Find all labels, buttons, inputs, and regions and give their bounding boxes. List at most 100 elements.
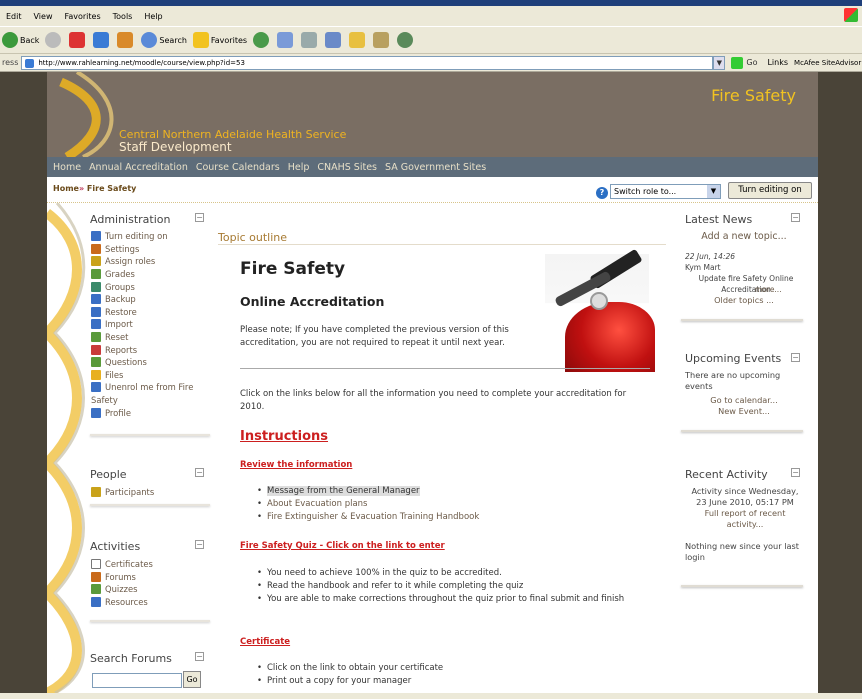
activity-forums[interactable]: Forums	[91, 571, 210, 584]
collapse-icon[interactable]: −	[791, 213, 800, 222]
site-title[interactable]: Fire Safety	[711, 86, 796, 105]
admin-item-restore[interactable]: Restore	[91, 306, 210, 319]
menu-help[interactable]: Help	[144, 12, 162, 21]
collapse-icon[interactable]: −	[195, 540, 204, 549]
search-forums-input[interactable]	[92, 673, 182, 688]
folder-button[interactable]	[349, 32, 367, 48]
administration-block: Administration − Turn editing on Setting…	[90, 211, 210, 441]
admin-item-files[interactable]: Files	[91, 369, 210, 382]
search-forums-go-button[interactable]: Go	[183, 671, 201, 688]
admin-item-assign-roles[interactable]: Assign roles	[91, 255, 210, 268]
collapse-icon[interactable]: −	[791, 468, 800, 477]
history-button[interactable]	[253, 32, 271, 48]
admin-item-import[interactable]: Import	[91, 318, 210, 331]
admin-item-turn-editing[interactable]: Turn editing on	[91, 230, 210, 243]
groups-icon	[91, 281, 101, 292]
help-icon[interactable]: ?	[596, 187, 608, 199]
admin-item-questions[interactable]: Questions	[91, 356, 210, 369]
certificate-link[interactable]: Certificate	[240, 637, 290, 647]
mail-button[interactable]	[277, 32, 295, 48]
forward-button[interactable]	[45, 32, 63, 48]
search-icon	[141, 32, 158, 48]
mcafee-siteadvisor[interactable]: McAfee SiteAdvisor	[794, 59, 861, 67]
people-item-participants[interactable]: Participants	[91, 486, 210, 499]
links-toolbar[interactable]: Links	[767, 58, 788, 67]
stop-icon	[69, 32, 86, 48]
new-event-link[interactable]: New Event...	[685, 406, 803, 417]
fire-safety-quiz-link[interactable]: Fire Safety Quiz - Click on the link to …	[240, 541, 445, 551]
breadcrumb-separator: »	[78, 184, 85, 193]
activity-quizzes[interactable]: Quizzes	[91, 583, 210, 596]
block-divider	[681, 585, 803, 587]
favorites-button[interactable]: Favorites	[192, 32, 247, 48]
admin-item-reports[interactable]: Reports	[91, 343, 210, 356]
messenger-icon	[397, 32, 414, 48]
home-button[interactable]	[117, 32, 135, 48]
grades-icon	[91, 269, 101, 280]
activity-resources[interactable]: Resources	[91, 596, 210, 609]
admin-item-backup[interactable]: Backup	[91, 293, 210, 306]
back-button[interactable]: Back	[2, 32, 39, 48]
review-item-handbook[interactable]: Fire Extinguisher & Evacuation Training …	[257, 511, 479, 524]
edit-icon	[325, 32, 342, 48]
import-icon	[91, 319, 101, 330]
profile-icon	[91, 407, 101, 418]
admin-item-settings[interactable]: Settings	[91, 243, 210, 256]
instructions-intro: Click on the links below for all the inf…	[240, 389, 627, 412]
older-topics-link[interactable]: Older topics ...	[685, 295, 803, 306]
restore-icon	[91, 306, 101, 317]
messenger-button[interactable]	[397, 32, 415, 48]
research-icon	[373, 32, 390, 48]
moodle-page: Fire Safety Central Northern Adelaide He…	[47, 72, 818, 693]
admin-item-grades[interactable]: Grades	[91, 268, 210, 281]
upcoming-events-block: Upcoming Events − There are no upcoming …	[685, 352, 803, 432]
admin-item-unenrol-cont[interactable]: Safety	[91, 394, 210, 407]
switch-role-select[interactable]: Switch role to... ▼	[610, 184, 721, 199]
news-more-link[interactable]: more...	[755, 284, 782, 295]
collapse-icon[interactable]: −	[195, 468, 204, 477]
add-topic-link[interactable]: Add a new topic...	[685, 231, 803, 242]
administration-list: Turn editing on Settings Assign roles Gr…	[91, 230, 210, 419]
admin-item-groups[interactable]: Groups	[91, 280, 210, 293]
url-dropdown-button[interactable]: ▼	[713, 55, 726, 70]
go-to-calendar-link[interactable]: Go to calendar...	[685, 395, 803, 406]
activity-certificates[interactable]: Certificates	[91, 558, 210, 571]
review-information-link[interactable]: Review the information	[240, 460, 352, 470]
menu-view[interactable]: View	[34, 12, 53, 21]
go-button[interactable]: Go	[731, 56, 757, 69]
refresh-button[interactable]	[93, 32, 111, 48]
review-list: Message from the General Manager About E…	[257, 485, 479, 524]
nav-annual-accreditation[interactable]: Annual Accreditation	[89, 162, 188, 173]
admin-item-reset[interactable]: Reset	[91, 331, 210, 344]
forum-icon	[91, 571, 101, 582]
org-subtitle: Staff Development	[119, 140, 232, 154]
collapse-icon[interactable]: −	[195, 652, 204, 661]
menu-favorites[interactable]: Favorites	[64, 12, 100, 21]
edit-page-button[interactable]	[325, 32, 343, 48]
search-button[interactable]: Search	[141, 32, 187, 48]
left-swoosh-graphic	[47, 203, 86, 693]
nav-course-calendars[interactable]: Course Calendars	[196, 162, 280, 173]
unenrol-icon	[91, 382, 101, 393]
latest-news-title: Latest News	[685, 213, 753, 226]
nav-help[interactable]: Help	[288, 162, 310, 173]
breadcrumb-home[interactable]: Home	[53, 184, 79, 193]
files-icon	[91, 369, 101, 380]
nav-cnahs-sites[interactable]: CNAHS Sites	[317, 162, 377, 173]
research-button[interactable]	[373, 32, 391, 48]
print-button[interactable]	[301, 32, 319, 48]
admin-item-unenrol[interactable]: Unenrol me from Fire	[91, 381, 210, 394]
nav-sa-government-sites[interactable]: SA Government Sites	[385, 162, 486, 173]
turn-editing-on-button[interactable]: Turn editing on	[728, 182, 812, 199]
nav-home[interactable]: Home	[53, 162, 81, 173]
menu-tools[interactable]: Tools	[113, 12, 133, 21]
stop-button[interactable]	[69, 32, 87, 48]
admin-item-profile[interactable]: Profile	[91, 406, 210, 419]
news-post: Update fire Safety Online Accreditation	[698, 274, 794, 294]
menu-edit[interactable]: Edit	[6, 12, 22, 21]
collapse-icon[interactable]: −	[791, 353, 800, 362]
url-field[interactable]: http://www.rahlearning.net/moodle/course…	[21, 55, 714, 70]
collapse-icon[interactable]: −	[195, 213, 204, 222]
review-item-evacuation-plans[interactable]: About Evacuation plans	[257, 498, 479, 511]
full-report-link[interactable]: Full report of recent activity...	[693, 508, 797, 530]
